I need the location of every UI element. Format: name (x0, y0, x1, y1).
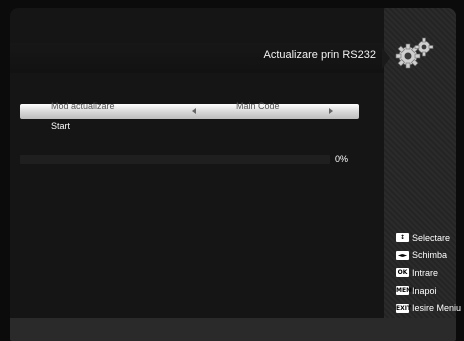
menu-item-update-mode[interactable]: Mod actualizare Main Code (20, 101, 359, 119)
legend-row-exit: EXIT Iesire Meniu (396, 299, 461, 317)
update-mode-label: Mod actualizare (51, 101, 115, 111)
ok-key-icon: OK (396, 268, 409, 278)
legend-row-select: ↕ Selectare (396, 229, 461, 247)
progress-percent: 0% (335, 154, 349, 164)
title-arrow (382, 47, 390, 69)
arrow-right-icon[interactable] (329, 108, 333, 114)
key-legend: ↕ Selectare ◄► Schimba OK Intrare MENU I… (396, 229, 461, 317)
legend-row-back: MENU Inapoi (396, 282, 461, 300)
osd-screen: Actualizare prin RS232 Mod actualizare M… (0, 0, 464, 341)
progress-bar (20, 155, 330, 164)
exit-key-icon: EXIT (396, 303, 412, 313)
legend-label-back: Inapoi (412, 285, 437, 296)
page-title: Actualizare prin RS232 (263, 49, 376, 61)
legend-label-select: Selectare (412, 232, 451, 243)
footer-bar (10, 318, 456, 341)
legend-row-enter: OK Intrare (396, 264, 461, 282)
arrow-left-icon[interactable] (192, 108, 196, 114)
gears-icon (395, 37, 434, 69)
menu-key-icon: MENU (396, 286, 416, 296)
legend-label-enter: Intrare (412, 267, 439, 278)
legend-label-change: Schimba (412, 250, 448, 261)
menu-item-start[interactable]: Start (51, 121, 70, 131)
legend-label-exit: Iesire Meniu (412, 303, 462, 314)
up-down-key-icon: ↕ (396, 233, 409, 243)
left-right-key-icon: ◄► (396, 250, 409, 260)
legend-row-change: ◄► Schimba (396, 247, 461, 265)
update-mode-value: Main Code (236, 101, 280, 111)
